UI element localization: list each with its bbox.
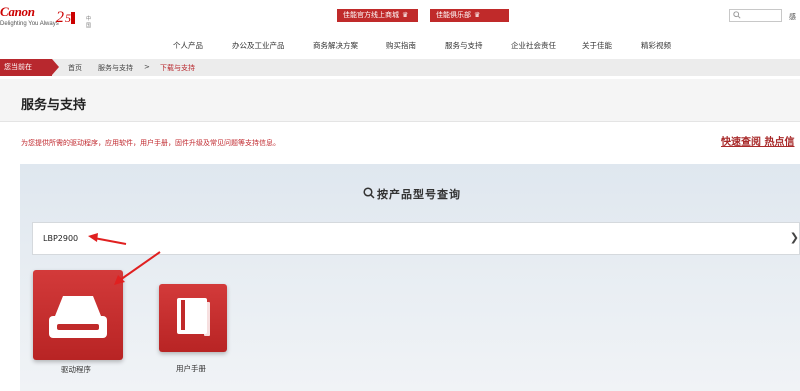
- svg-text:2: 2: [56, 9, 64, 26]
- region-label: 中国: [86, 16, 92, 29]
- manual-tile-box[interactable]: [159, 284, 227, 352]
- chevron-right-icon[interactable]: ❯: [790, 231, 799, 244]
- model-search-title-text: 按产品型号查询: [377, 188, 461, 201]
- brand-wordmark: Canon: [0, 4, 35, 19]
- nav-item-videos[interactable]: 精彩视频: [641, 40, 671, 51]
- breadcrumb: 您当前在 首页 服务与支持 > 下载与支持: [0, 59, 800, 76]
- nav-item-about-canon[interactable]: 关于佳能: [582, 40, 612, 51]
- model-search-title: 按产品型号查询: [363, 186, 461, 202]
- nav-item-business-solutions[interactable]: 商务解决方案: [313, 40, 358, 51]
- book-icon: [177, 298, 210, 336]
- svg-text:5: 5: [65, 11, 71, 25]
- official-shop-label: 佳能官方线上商城: [343, 11, 399, 19]
- breadcrumb-active-page: 下载与支持: [160, 64, 195, 72]
- model-number-input[interactable]: LBP2900 ❯: [32, 222, 800, 255]
- intro-text: 为您提供所需的驱动程序，应用软件，用户手册，固件升级及常见问题等支持信息。: [21, 139, 280, 147]
- brand-tagline: Delighting You Always: [0, 21, 59, 27]
- driver-tile-label[interactable]: 驱动程序: [61, 364, 91, 375]
- nav-item-office-industrial[interactable]: 办公及工业产品: [232, 40, 285, 51]
- breadcrumb-current-location: 您当前在: [0, 59, 59, 76]
- nav-item-buying-guide[interactable]: 购买指南: [386, 40, 416, 51]
- nav-item-service-support[interactable]: 服务与支持: [445, 40, 483, 51]
- search-icon: [363, 187, 375, 199]
- site-search-input[interactable]: [729, 9, 782, 22]
- manual-tile-label[interactable]: 用户手册: [176, 363, 206, 374]
- crown-icon: ♛: [474, 11, 481, 19]
- model-number-value: LBP2900: [43, 234, 79, 243]
- breadcrumb-home-link[interactable]: 首页: [68, 63, 82, 73]
- official-shop-button[interactable]: 佳能官方线上商城 ♛: [337, 9, 418, 22]
- driver-tile-box[interactable]: [33, 270, 123, 360]
- quick-lookup-link[interactable]: 快速查阅 热点信: [721, 133, 794, 148]
- search-icon: [733, 11, 741, 19]
- site-header: Canon Delighting You Always 2 5 中国 佳能官方线…: [0, 0, 800, 56]
- canon-club-button[interactable]: 佳能俱乐部 ♛: [430, 9, 509, 22]
- nav-item-personal-products[interactable]: 个人产品: [173, 40, 203, 51]
- crown-icon: ♛: [402, 11, 409, 19]
- anniversary-badge-icon: 2 5: [56, 9, 75, 26]
- nav-item-csr[interactable]: 企业社会责任: [511, 40, 556, 51]
- header-right-link[interactable]: 感: [789, 12, 796, 22]
- title-band: 服务与支持: [0, 79, 800, 122]
- breadcrumb-support-link[interactable]: 服务与支持: [98, 63, 133, 73]
- canon-club-label: 佳能俱乐部: [436, 11, 471, 19]
- hard-drive-icon: [49, 296, 107, 338]
- page-title: 服务与支持: [21, 98, 87, 113]
- breadcrumb-separator: >: [144, 63, 150, 71]
- main-nav: 个人产品 办公及工业产品 商务解决方案 购买指南 服务与支持 企业社会责任 关于…: [0, 40, 800, 52]
- canon-logo[interactable]: Canon Delighting You Always 2 5 中国: [0, 4, 91, 32]
